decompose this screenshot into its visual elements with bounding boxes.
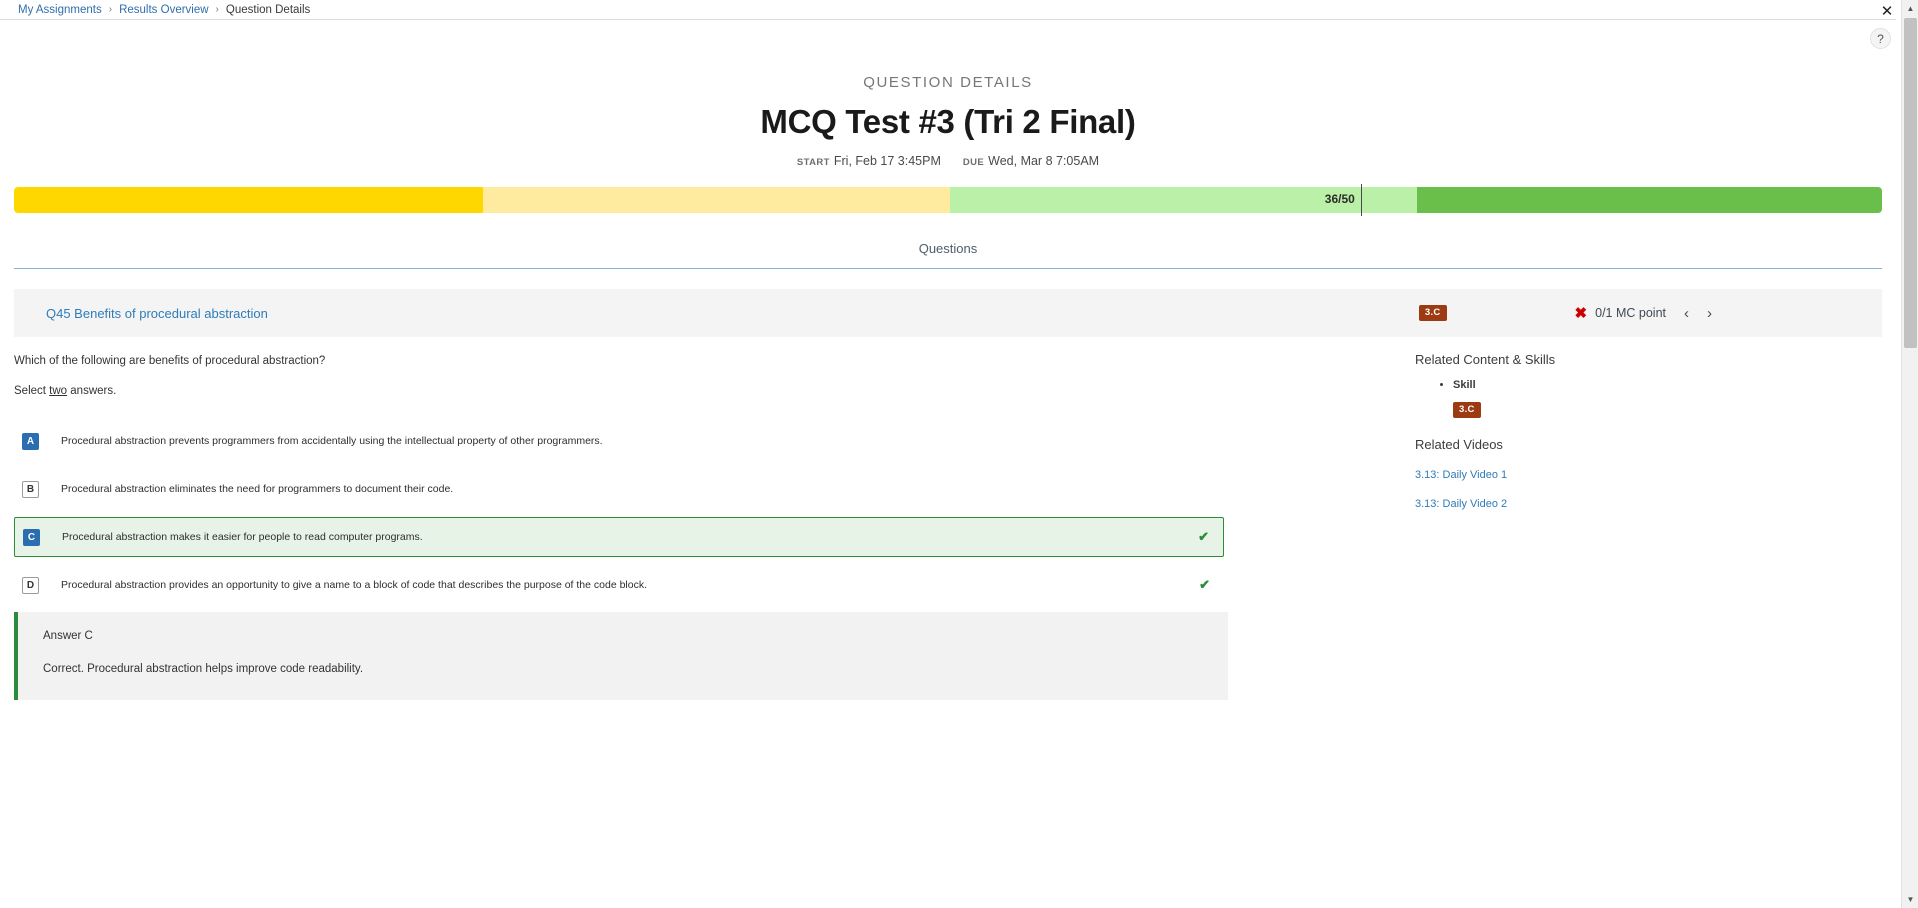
instruction-suffix: answers. [67,385,117,397]
page-title: MCQ Test #3 (Tri 2 Final) [760,103,1136,140]
answer-choice-b[interactable]: B Procedural abstraction eliminates the n… [14,469,1224,509]
related-videos-heading: Related Videos [1415,437,1503,452]
skill-list: Skill [1415,379,1845,391]
score-progress-bar: 36/50 [14,184,1882,216]
breadcrumb-results-overview[interactable]: Results Overview [119,4,208,16]
skill-badge-wrap: 3.C [1415,399,1845,418]
scroll-up-icon[interactable]: ▲ [1902,0,1918,17]
correct-check-icon: ✔ [1198,529,1209,544]
skill-badge: 3.C [1453,402,1481,418]
choice-letter-badge: A [22,432,39,450]
question-header-right: 3.C ✖ 0/1 MC point ‹ › [1418,304,1882,322]
prev-question-icon[interactable]: ‹ [1684,306,1689,321]
answer-choice-list: A Procedural abstraction prevents program… [14,421,1224,605]
instruction-prefix: Select [14,385,50,397]
question-instruction: Select two answers. [14,385,1224,397]
breadcrumb-separator-icon: › [215,4,219,15]
list-item: Skill [1453,379,1845,391]
video-link-1[interactable]: 3.13: Daily Video 1 [1415,469,1845,481]
video-link-list: 3.13: Daily Video 1 3.13: Daily Video 2 [1415,469,1845,510]
breadcrumb-separator-icon: › [108,4,113,15]
incorrect-icon: ✖ [1574,305,1588,322]
breadcrumb: My Assignments › Results Overview › Ques… [0,4,310,16]
answer-choice-c[interactable]: C Procedural abstraction makes it easier … [14,517,1224,557]
start-value: Fri, Feb 17 3:45PM [833,154,941,168]
question-details-page: My Assignments › Results Overview › Ques… [0,0,1918,908]
progress-segment-3 [1416,187,1882,213]
answer-heading: Answer C [43,630,93,642]
due-label: DUE [962,157,985,168]
choice-letter-badge: D [22,576,39,594]
top-bar: My Assignments › Results Overview › Ques… [0,0,1896,20]
score-label: 36/50 [1324,192,1355,206]
related-sidebar: Related Content & Skills Skill 3.C Relat… [1415,352,1845,510]
choice-text: Procedural abstraction prevents programm… [61,435,603,447]
choice-letter-badge: B [22,480,39,498]
tab-strip: Questions [14,240,1882,269]
related-skills-heading: Related Content & Skills [1415,352,1556,367]
tab-questions[interactable]: Questions [919,241,978,268]
choice-text: Procedural abstraction provides an oppor… [61,579,648,591]
answer-choice-a[interactable]: A Procedural abstraction prevents program… [14,421,1224,461]
video-link-2[interactable]: 3.13: Daily Video 2 [1415,498,1845,510]
question-prompt: Which of the following are benefits of p… [14,355,326,367]
progress-segments [14,187,1882,213]
next-question-icon[interactable]: › [1707,306,1712,321]
choice-letter-badge: C [23,528,40,546]
choice-text: Procedural abstraction makes it easier f… [62,531,423,543]
due-value: Wed, Mar 8 7:05AM [988,154,1100,168]
answer-text: Correct. Procedural abstraction helps im… [43,663,364,675]
page-header: QUESTION DETAILS MCQ Test #3 (Tri 2 Fina… [0,24,1896,168]
answer-explanation-box: Answer C Correct. Procedural abstraction… [14,612,1228,700]
close-icon[interactable]: ✕ [1878,2,1896,20]
question-title-link[interactable]: Q45 Benefits of procedural abstraction [46,306,268,321]
breadcrumb-question-details: Question Details [225,3,311,16]
instruction-emphasis: two [49,385,68,397]
page-eyebrow: QUESTION DETAILS [863,74,1033,91]
breadcrumb-my-assignments[interactable]: My Assignments [18,4,102,16]
start-label: START [796,157,830,168]
progress-segment-1 [482,187,950,213]
question-score-group: ✖ 0/1 MC point ‹ › [1575,304,1712,322]
score-marker [1360,184,1362,216]
scroll-down-icon[interactable]: ▼ [1902,891,1918,908]
question-points: 0/1 MC point [1595,306,1666,320]
progress-segment-0 [14,187,483,213]
choice-text: Procedural abstraction eliminates the ne… [61,483,454,495]
vertical-scrollbar[interactable]: ▲ ▼ [1901,0,1918,908]
question-header-row: Q45 Benefits of procedural abstraction 3… [14,289,1882,337]
answer-choice-d[interactable]: D Procedural abstraction provides an oppo… [14,565,1224,605]
correct-check-icon: ✔ [1199,577,1210,592]
status-badge: 3.C [1418,305,1447,321]
scrollbar-thumb[interactable] [1904,18,1917,348]
assignment-dates: START Fri, Feb 17 3:45PM DUE Wed, Mar 8 7:0… [0,154,1896,168]
question-body: Which of the following are benefits of p… [14,355,1224,613]
